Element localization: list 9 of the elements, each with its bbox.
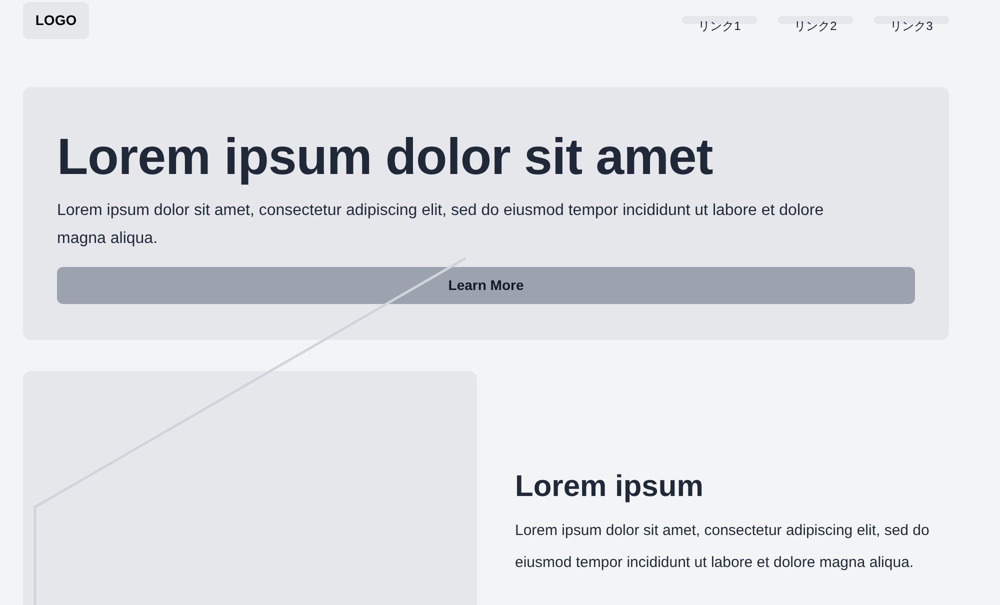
hero-title: Lorem ipsum dolor sit amet bbox=[57, 127, 714, 187]
hero-text: Lorem ipsum dolor sit amet, consectetur adipiscing elit, sed do eiusmod tempor incididunt ut labore et dolore magna aliqua. bbox=[57, 201, 825, 249]
nav-link[interactable]: リンク2 bbox=[778, 16, 853, 33]
nav-link[interactable]: リンク3 bbox=[874, 16, 949, 33]
learn-more-button[interactable]: Learn More bbox=[57, 267, 915, 304]
nav-link[interactable]: リンク1 bbox=[682, 16, 757, 33]
logo[interactable]: LOGO bbox=[23, 2, 89, 39]
feature-text: Lorem ipsum dolor sit amet, consectetur adipiscing elit, sed do eiusmod tempor incididunt ut labore et dolore magna aliqua. bbox=[515, 521, 930, 573]
feature-title: Lorem ipsum bbox=[515, 469, 704, 505]
